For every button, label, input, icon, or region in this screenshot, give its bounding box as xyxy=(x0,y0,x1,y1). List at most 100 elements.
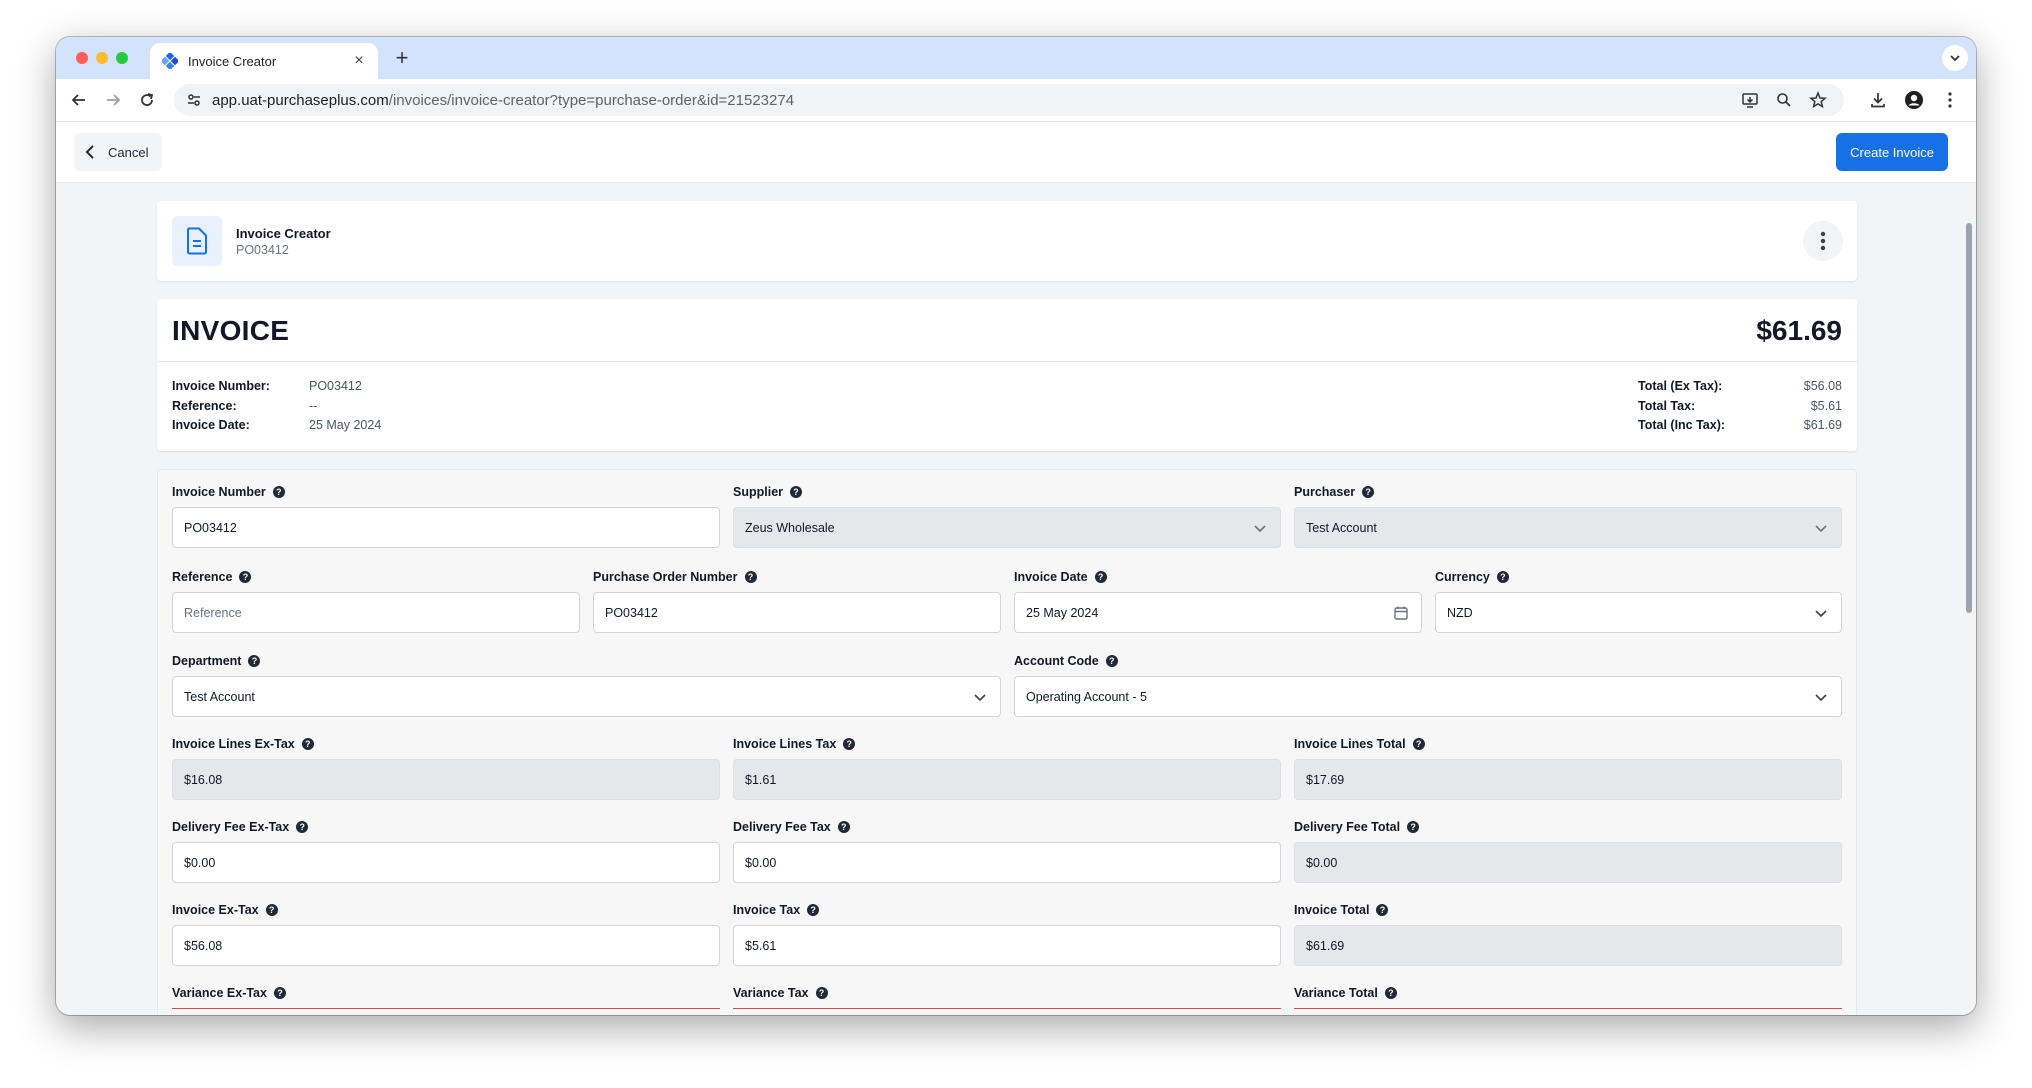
tab-close-icon[interactable]: × xyxy=(350,52,368,70)
select-value: Operating Account - 5 xyxy=(1026,689,1147,704)
reference-field: Reference? Reference xyxy=(172,569,580,633)
browser-tab[interactable]: Invoice Creator × xyxy=(150,43,378,79)
meta-value: 25 May 2024 xyxy=(309,418,382,432)
help-icon[interactable]: ? xyxy=(265,904,278,916)
browser-menu-button[interactable] xyxy=(1938,88,1962,112)
field-label: Invoice Lines Total? xyxy=(1294,736,1842,752)
help-icon[interactable]: ? xyxy=(1376,904,1389,916)
label-text: Department xyxy=(172,654,242,668)
help-icon[interactable]: ? xyxy=(1384,987,1397,999)
downloads-button[interactable] xyxy=(1866,88,1890,112)
help-icon[interactable]: ? xyxy=(807,904,820,916)
field-label: Invoice Lines Ex-Tax? xyxy=(172,736,720,752)
url-text[interactable]: app.uat-purchaseplus.com/invoices/invoic… xyxy=(212,92,794,109)
help-icon[interactable]: ? xyxy=(1407,821,1420,833)
help-icon[interactable]: ? xyxy=(1412,738,1425,750)
meta-row: Invoice Number: PO03412 xyxy=(172,377,381,397)
invoice-number-input[interactable]: PO03412 xyxy=(172,507,720,548)
install-app-button[interactable] xyxy=(1738,88,1762,112)
download-icon xyxy=(1871,93,1885,108)
profile-button[interactable] xyxy=(1902,88,1926,112)
reload-button[interactable] xyxy=(135,88,159,112)
address-bar[interactable]: app.uat-purchaseplus.com/invoices/invoic… xyxy=(174,84,1844,116)
department-select[interactable]: Test Account xyxy=(172,676,1001,717)
totals-label: Total (Ex Tax): xyxy=(1638,379,1723,393)
select-value: NZD xyxy=(1447,605,1473,620)
maximize-window-button[interactable] xyxy=(116,52,128,64)
tab-title: Invoice Creator xyxy=(188,53,277,69)
invoice-date-input[interactable]: 25 May 2024 xyxy=(1014,592,1422,633)
help-icon[interactable]: ? xyxy=(1496,571,1509,583)
invoice-tax-field: Invoice Tax? $5.61 xyxy=(733,902,1281,966)
back-button[interactable] xyxy=(67,88,91,112)
more-vertical-icon xyxy=(1948,92,1952,108)
cancel-label: Cancel xyxy=(108,144,149,160)
field-label: Delivery Fee Ex-Tax? xyxy=(172,819,720,835)
supplier-select[interactable]: Zeus Wholesale xyxy=(733,507,1281,548)
page-scrollbar[interactable] xyxy=(1962,183,1976,1015)
field-label: Invoice Ex-Tax? xyxy=(172,902,720,918)
more-options-button[interactable] xyxy=(1803,221,1843,261)
delivery-ex-tax-field: Delivery Fee Ex-Tax? $0.00 xyxy=(172,819,720,883)
invoice-form: Invoice Number? PO03412 Supplier? Zeus W… xyxy=(157,469,1857,1015)
po-number-input[interactable]: PO03412 xyxy=(593,592,1001,633)
field-label: Variance Tax? xyxy=(733,985,1281,1001)
help-icon[interactable]: ? xyxy=(248,655,261,667)
scrollbar-thumb[interactable] xyxy=(1966,223,1972,613)
help-icon[interactable]: ? xyxy=(815,987,828,999)
account-code-select[interactable]: Operating Account - 5 xyxy=(1014,676,1842,717)
cancel-button[interactable]: Cancel xyxy=(74,133,163,171)
meta-label: Invoice Date: xyxy=(172,418,250,432)
invoice-tax-input[interactable]: $5.61 xyxy=(733,925,1281,966)
delivery-ex-tax-input[interactable]: $0.00 xyxy=(172,842,720,883)
label-text: Currency xyxy=(1435,570,1490,584)
help-icon[interactable]: ? xyxy=(1362,486,1375,498)
help-icon[interactable]: ? xyxy=(272,486,285,498)
account-code-field: Account Code? Operating Account - 5 xyxy=(1014,653,1842,717)
invoice-ex-tax-input[interactable]: $56.08 xyxy=(172,925,720,966)
bookmark-button[interactable] xyxy=(1806,88,1830,112)
label-text: Reference xyxy=(172,570,233,584)
purchaser-select[interactable]: Test Account xyxy=(1294,507,1842,548)
variance-tax-input[interactable] xyxy=(733,1008,1281,1012)
invoice-total-field: Invoice Total? $61.69 xyxy=(1294,902,1842,966)
supplier-field: Supplier? Zeus Wholesale xyxy=(733,484,1281,548)
chevron-down-icon xyxy=(1815,610,1827,618)
help-icon[interactable]: ? xyxy=(273,987,286,999)
field-label: Department? xyxy=(172,653,1001,669)
help-icon[interactable]: ? xyxy=(843,738,856,750)
page-header-card: Invoice Creator PO03412 xyxy=(157,201,1857,281)
help-icon[interactable]: ? xyxy=(1105,655,1118,667)
create-invoice-button[interactable]: Create Invoice xyxy=(1836,133,1948,171)
help-icon[interactable]: ? xyxy=(1094,571,1107,583)
zoom-button[interactable] xyxy=(1772,88,1796,112)
invoice-total-input: $61.69 xyxy=(1294,925,1842,966)
reference-input[interactable]: Reference xyxy=(172,592,580,633)
minimize-window-button[interactable] xyxy=(96,52,108,64)
invoice-ex-tax-field: Invoice Ex-Tax? $56.08 xyxy=(172,902,720,966)
help-icon[interactable]: ? xyxy=(301,738,314,750)
delivery-total-field: Delivery Fee Total? $0.00 xyxy=(1294,819,1842,883)
field-label: Invoice Date? xyxy=(1014,569,1422,585)
help-icon[interactable]: ? xyxy=(837,821,850,833)
star-icon xyxy=(1809,91,1827,109)
help-icon[interactable]: ? xyxy=(296,821,309,833)
help-icon[interactable]: ? xyxy=(744,571,757,583)
field-label: Invoice Total? xyxy=(1294,902,1842,918)
close-window-button[interactable] xyxy=(76,52,88,64)
delivery-tax-input[interactable]: $0.00 xyxy=(733,842,1281,883)
help-icon[interactable]: ? xyxy=(790,486,803,498)
invoice-summary-card: INVOICE $61.69 Invoice Number: PO03412 Re… xyxy=(157,299,1857,451)
totals-value: $5.61 xyxy=(1810,398,1842,413)
new-tab-button[interactable]: + xyxy=(390,45,414,71)
help-icon[interactable]: ? xyxy=(239,571,252,583)
calendar-icon[interactable] xyxy=(1393,605,1409,621)
lines-ex-tax-input: $16.08 xyxy=(172,759,720,800)
label-text: Invoice Lines Total xyxy=(1294,737,1406,751)
variance-ex-tax-input[interactable] xyxy=(172,1008,720,1012)
forward-button[interactable] xyxy=(101,88,125,112)
lines-total-field: Invoice Lines Total? $17.69 xyxy=(1294,736,1842,800)
tab-search-button[interactable] xyxy=(1942,45,1968,71)
site-settings-icon[interactable] xyxy=(186,92,202,108)
currency-select[interactable]: NZD xyxy=(1435,592,1842,633)
